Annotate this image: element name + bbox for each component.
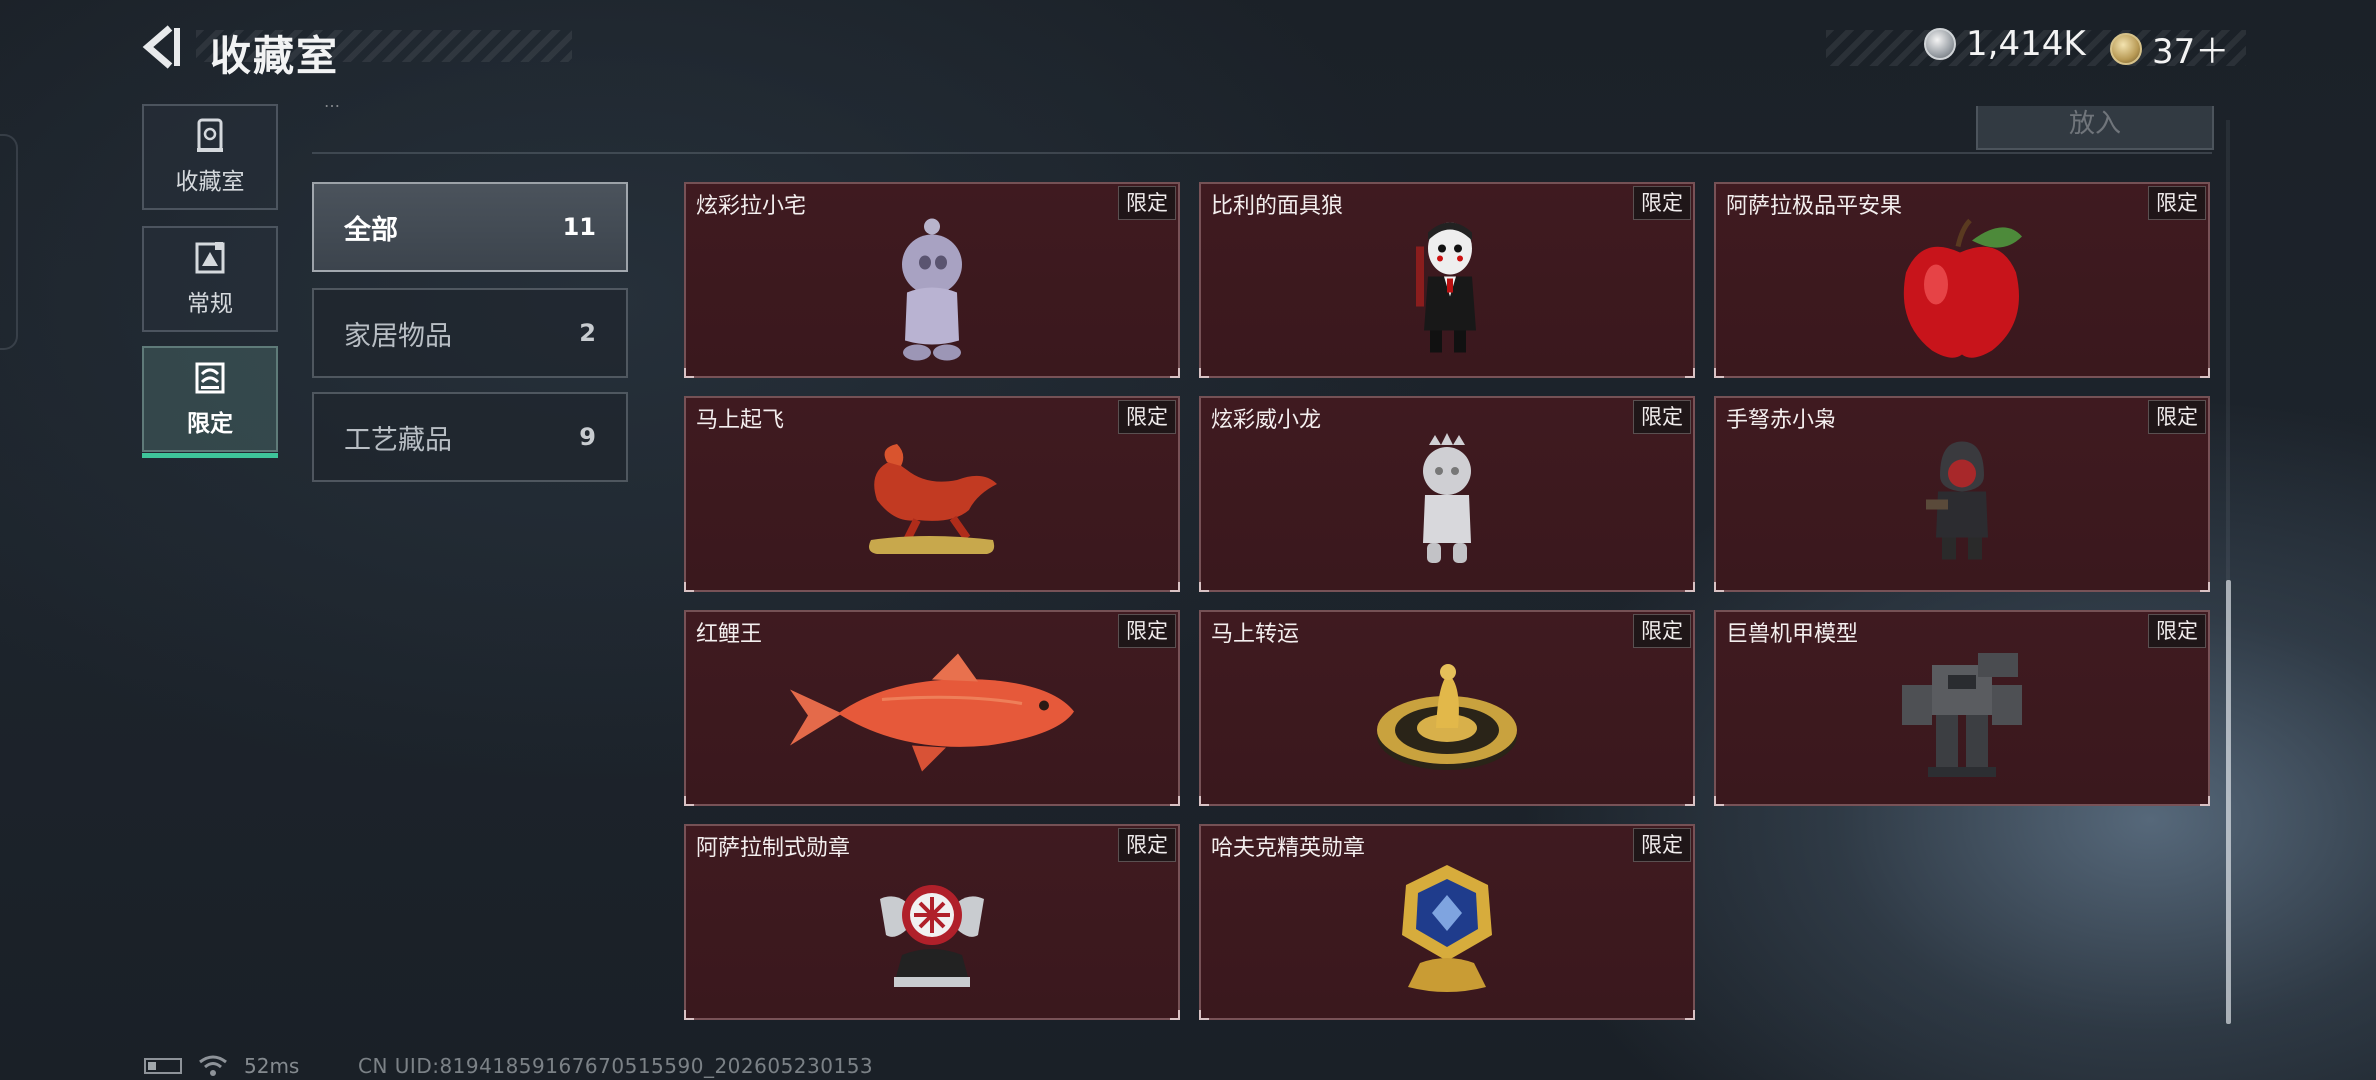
item-name: 手弩赤小枭 [1726, 408, 1837, 433]
nav-item-label: 常规 [187, 291, 233, 317]
nav-item-regular[interactable]: 常规 [142, 226, 278, 332]
page-title: 收藏室 [210, 32, 339, 80]
place-button-label: 放入 [2068, 109, 2121, 139]
status-bar: 52ms [144, 1054, 299, 1078]
category-count: 2 [579, 319, 596, 347]
side-edge-tab[interactable] [0, 134, 18, 350]
item-name: 阿萨拉制式勋章 [696, 836, 851, 861]
puppet-figure-icon [1416, 222, 1476, 353]
back-arrow-icon [142, 25, 180, 69]
limited-tag: 限定 [1118, 400, 1176, 434]
collection-card[interactable]: 手弩赤小枭 限定 [1714, 396, 2210, 592]
collection-card[interactable]: 马上转运 限定 [1199, 610, 1695, 806]
nav-item-limited[interactable]: 限定 [142, 346, 278, 458]
apple-icon [1903, 218, 2022, 358]
active-indicator [142, 453, 278, 458]
item-name: 阿萨拉极品平安果 [1726, 194, 1903, 219]
collection-card[interactable]: 炫彩拉小宅 限定 [684, 182, 1180, 378]
nav-item-label: 限定 [187, 411, 233, 437]
item-name: 哈夫克精英勋章 [1211, 836, 1366, 861]
category-all[interactable]: 全部 11 [312, 182, 628, 272]
clipped-text: … [324, 92, 343, 111]
category-count: 9 [579, 423, 596, 451]
category-count: 11 [562, 213, 596, 241]
collection-card[interactable]: 阿萨拉极品平安果 限定 [1714, 182, 2210, 378]
limited-tag: 限定 [1633, 400, 1691, 434]
wifi-icon [199, 1055, 227, 1076]
winged-medal-icon [880, 885, 984, 987]
item-name: 比利的面具狼 [1211, 194, 1344, 219]
collection-card[interactable]: 红鲤王 限定 [684, 610, 1180, 806]
category-craft[interactable]: 工艺藏品 9 [312, 392, 628, 482]
horse-statue-icon [869, 444, 997, 554]
collection-card[interactable]: 阿萨拉制式勋章 限定 [684, 824, 1180, 1020]
gold-badge-icon [1402, 865, 1492, 992]
back-button[interactable] [140, 24, 192, 70]
category-name: 全部 [344, 214, 398, 246]
gold-currency-value: 37＋ [2152, 32, 2230, 72]
regular-icon [195, 242, 225, 274]
category-name: 工艺藏品 [344, 424, 452, 456]
collection-card[interactable]: 炫彩威小龙 限定 [1199, 396, 1695, 592]
limited-tag: 限定 [2148, 400, 2206, 434]
silver-coin-icon [1924, 28, 1956, 60]
place-button[interactable]: 放入 [1976, 106, 2214, 150]
limited-tag: 限定 [1633, 828, 1691, 862]
limited-tag: 限定 [1633, 186, 1691, 220]
silver-currency-value: 1,414K [1966, 24, 2086, 64]
battery-icon [144, 1058, 182, 1074]
showcase-icon [197, 118, 223, 152]
hooded-figure-icon [1926, 441, 1988, 560]
user-uid: CN UID:81941859167670515590_202605230153 [358, 1054, 874, 1078]
item-name: 巨兽机甲模型 [1726, 622, 1859, 647]
limited-tag: 限定 [2148, 614, 2206, 648]
item-name: 马上起飞 [696, 408, 785, 433]
category-name: 家居物品 [344, 320, 452, 352]
silver-currency[interactable]: 1,414K [1924, 24, 2086, 64]
item-name: 炫彩威小龙 [1211, 408, 1322, 433]
item-name: 炫彩拉小宅 [696, 194, 807, 219]
doll-figure-icon [1423, 433, 1471, 563]
nav-item-showcase[interactable]: 收藏室 [142, 104, 278, 210]
limited-tag: 限定 [1118, 186, 1176, 220]
scrollbar-thumb[interactable] [2226, 580, 2231, 1024]
filter-strip: … [312, 92, 2212, 154]
doll-figure-icon [902, 218, 962, 361]
carp-fish-icon [790, 653, 1074, 772]
gold-disc-icon [1377, 664, 1517, 770]
gold-currency[interactable]: 37＋ [2110, 24, 2229, 73]
item-name: 红鲤王 [696, 622, 763, 647]
limited-tag: 限定 [1118, 828, 1176, 862]
collection-card[interactable]: 比利的面具狼 限定 [1199, 182, 1695, 378]
collection-card[interactable]: 巨兽机甲模型 限定 [1714, 610, 2210, 806]
mech-model-icon [1902, 653, 2022, 777]
category-home[interactable]: 家居物品 2 [312, 288, 628, 378]
limited-tag: 限定 [1633, 614, 1691, 648]
nav-item-label: 收藏室 [175, 169, 245, 195]
limited-icon [195, 362, 225, 394]
gold-coin-icon [2110, 32, 2142, 65]
ping-value: 52ms [244, 1054, 300, 1078]
item-name: 马上转运 [1211, 622, 1300, 647]
collection-card[interactable]: 哈夫克精英勋章 限定 [1199, 824, 1695, 1020]
limited-tag: 限定 [2148, 186, 2206, 220]
limited-tag: 限定 [1118, 614, 1176, 648]
collection-card[interactable]: 马上起飞 限定 [684, 396, 1180, 592]
